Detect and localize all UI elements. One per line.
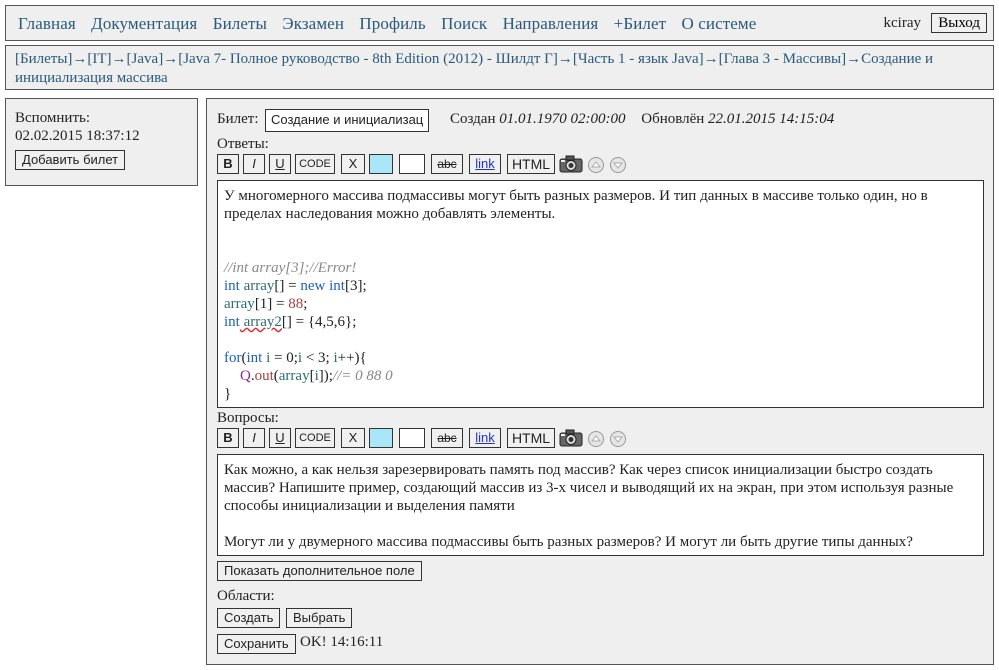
underline-button[interactable]: U bbox=[269, 154, 291, 174]
code-line-6: Q.out(array[i]);//= 0 88 0 bbox=[240, 368, 393, 384]
q-cyan-color-button[interactable] bbox=[369, 428, 393, 448]
code-line-5: for(int i = 0;i < 3; i++){ bbox=[224, 350, 367, 366]
q-arrow-up-icon[interactable] bbox=[587, 430, 605, 448]
answers-label: Ответы: bbox=[217, 136, 269, 152]
cyan-color-button[interactable] bbox=[369, 154, 393, 174]
breadcrumb-text[interactable]: [Билеты]→[IT]→[Java]→[Java 7- Полное рук… bbox=[15, 50, 975, 88]
q-camera-icon[interactable] bbox=[559, 428, 583, 448]
nav-add-ticket[interactable]: +Билет bbox=[614, 14, 667, 33]
q-code-button[interactable]: CODE bbox=[295, 428, 335, 448]
q-link-button[interactable]: link bbox=[469, 428, 501, 448]
add-ticket-button[interactable]: Добавить билет bbox=[15, 150, 126, 170]
q-underline-button[interactable]: U bbox=[269, 428, 291, 448]
nav-search[interactable]: Поиск bbox=[441, 14, 487, 33]
link-button[interactable]: link bbox=[469, 154, 501, 174]
strike-button[interactable]: abc bbox=[431, 154, 463, 174]
nav-links: Главная Документация Билеты Экзамен Проф… bbox=[18, 14, 767, 34]
answers-editor[interactable]: У многомерного массива подмассивы могут … bbox=[217, 180, 984, 408]
created-date: 01.01.1970 02:00:00 bbox=[499, 111, 626, 127]
show-extra-field-button[interactable]: Показать дополнительное поле bbox=[217, 561, 422, 581]
code-line-2: int array[] = new int[3]; bbox=[224, 278, 367, 294]
clear-format-button[interactable]: X bbox=[341, 154, 365, 174]
code-line-7: } bbox=[224, 386, 232, 402]
q-white-color-button[interactable] bbox=[399, 428, 425, 448]
italic-button[interactable]: I bbox=[243, 154, 265, 174]
save-button[interactable]: Сохранить bbox=[217, 634, 296, 654]
nav-docs[interactable]: Документация bbox=[91, 14, 197, 33]
select-area-button[interactable]: Выбрать bbox=[286, 608, 353, 628]
q-bold-button[interactable]: B bbox=[217, 428, 239, 448]
nav-tickets[interactable]: Билеты bbox=[213, 14, 267, 33]
camera-icon[interactable] bbox=[559, 154, 583, 174]
bold-button[interactable]: B bbox=[217, 154, 239, 174]
q-html-button[interactable]: HTML bbox=[507, 428, 555, 448]
create-area-button[interactable]: Создать bbox=[217, 608, 281, 628]
areas-label: Области: bbox=[217, 588, 275, 604]
updated-date: 22.01.2015 14:15:04 bbox=[708, 111, 835, 127]
questions-label: Вопросы: bbox=[217, 410, 279, 426]
questions-text-1: Как можно, а как нельзя зарезервировать … bbox=[224, 462, 954, 514]
breadcrumb: [Билеты]→[IT]→[Java]→[Java 7- Полное рук… bbox=[5, 45, 994, 90]
q-arrow-down-icon[interactable] bbox=[609, 430, 627, 448]
code-line-1: //int array[3];//Error! bbox=[224, 260, 357, 276]
arrow-down-icon[interactable] bbox=[609, 156, 627, 174]
remind-label: Вспомнить: bbox=[15, 110, 91, 126]
nav-exam[interactable]: Экзамен bbox=[282, 14, 344, 33]
created-label: Создан bbox=[450, 111, 496, 127]
remind-date: 02.02.2015 18:37:12 bbox=[15, 128, 140, 144]
answers-text: У многомерного массива подмассивы могут … bbox=[224, 188, 928, 222]
html-button[interactable]: HTML bbox=[507, 154, 555, 174]
q-italic-button[interactable]: I bbox=[243, 428, 265, 448]
q-clear-format-button[interactable]: X bbox=[341, 428, 365, 448]
questions-text-2: Могут ли у двумерного массива подмассивы… bbox=[224, 534, 913, 550]
nav-profile[interactable]: Профиль bbox=[359, 14, 425, 33]
nav-about[interactable]: О системе bbox=[682, 14, 757, 33]
save-status: OK! 14:16:11 bbox=[300, 634, 384, 650]
nav-home[interactable]: Главная bbox=[18, 14, 76, 33]
ticket-name-input[interactable]: Создание и инициализац bbox=[265, 109, 430, 132]
created-line: Создан 01.01.1970 02:00:00 Обновлён 22.0… bbox=[450, 111, 834, 128]
username: kciray bbox=[883, 15, 921, 31]
ticket-label: Билет: bbox=[217, 111, 259, 127]
white-color-button[interactable] bbox=[399, 154, 425, 174]
ticket-panel: Билет: Создание и инициализац Создан 01.… bbox=[206, 98, 994, 665]
remind-panel: Вспомнить: 02.02.2015 18:37:12 Добавить … bbox=[5, 98, 198, 186]
top-nav: Главная Документация Билеты Экзамен Проф… bbox=[5, 5, 994, 41]
nav-directions[interactable]: Направления bbox=[503, 14, 599, 33]
q-strike-button[interactable]: abc bbox=[431, 428, 463, 448]
code-button[interactable]: CODE bbox=[295, 154, 335, 174]
arrow-up-icon[interactable] bbox=[587, 156, 605, 174]
updated-label: Обновлён bbox=[641, 111, 705, 127]
code-line-3: array[1] = 88; bbox=[224, 296, 308, 312]
code-line-4: int array2[] = {4,5,6}; bbox=[224, 314, 357, 330]
logout-button[interactable]: Выход bbox=[931, 13, 987, 33]
questions-editor[interactable]: Как можно, а как нельзя зарезервировать … bbox=[217, 454, 984, 556]
